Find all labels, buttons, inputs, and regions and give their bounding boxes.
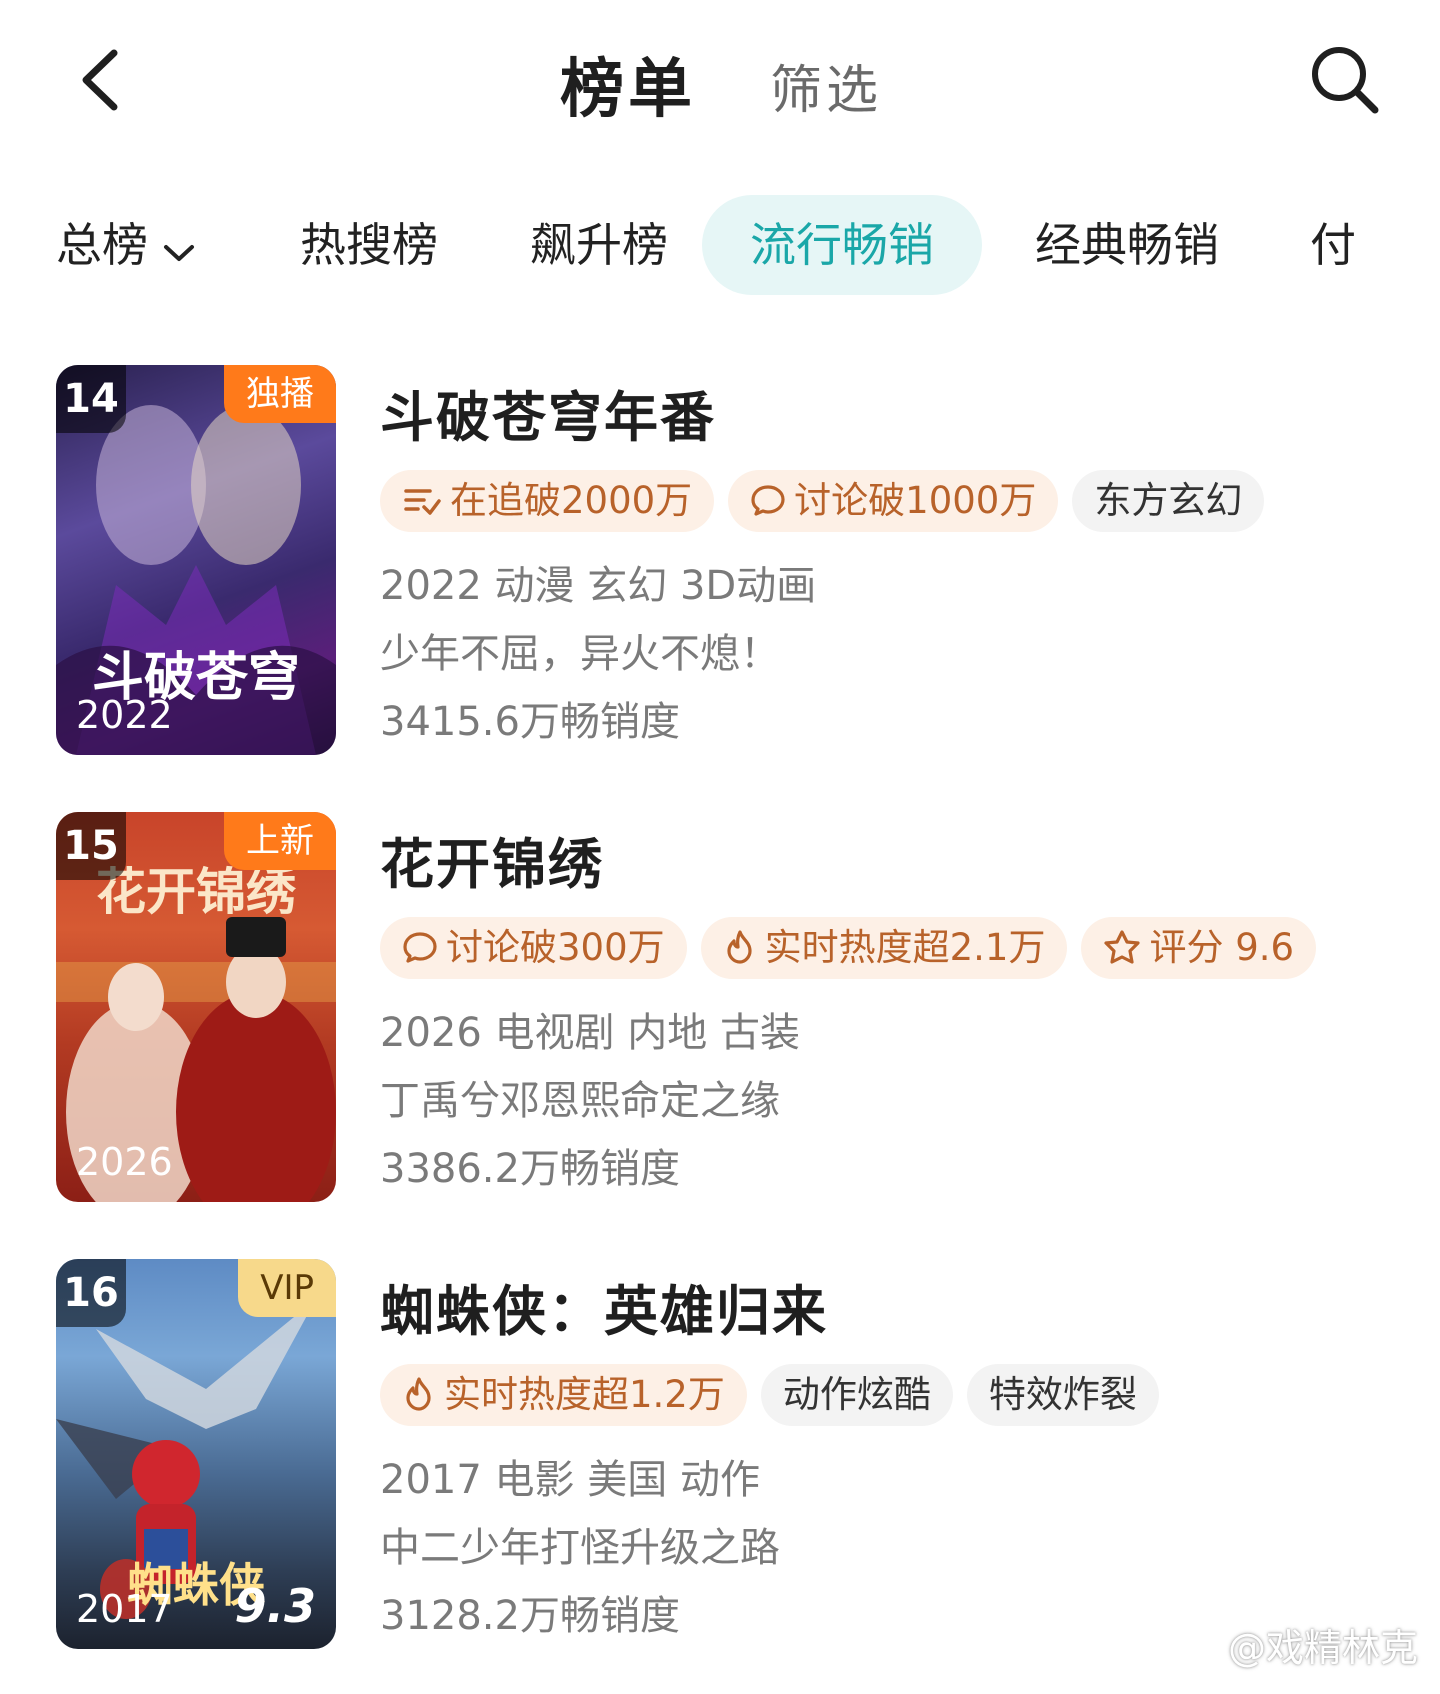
comment-icon xyxy=(751,484,785,516)
tab-overall[interactable]: 总榜 xyxy=(56,195,196,295)
rank-number: 16 xyxy=(56,1259,126,1327)
search-button[interactable] xyxy=(1305,40,1385,120)
item-sales: 3128.2万畅销度 xyxy=(380,1593,680,1639)
watermark: @戏精林克 xyxy=(1227,1626,1418,1670)
status-badge: 独播 xyxy=(224,365,336,423)
chevron-left-icon xyxy=(82,49,118,111)
poster-year: 2026 xyxy=(76,1140,173,1184)
item-description: 丁禹兮邓恩熙命定之缘 xyxy=(380,1078,780,1124)
tab-hot-search[interactable]: 热搜榜 xyxy=(300,195,438,295)
tag: 在追破2000万 xyxy=(380,470,715,532)
back-button[interactable] xyxy=(70,45,130,115)
tag: 评分 9.6 xyxy=(1081,917,1317,979)
tag: 讨论破1000万 xyxy=(728,470,1059,532)
tab-label: 总榜 xyxy=(56,218,148,272)
item-meta: 2017 电影 美国 动作 xyxy=(380,1457,760,1503)
tag: 讨论破300万 xyxy=(380,917,687,979)
tag: 东方玄幻 xyxy=(1072,470,1265,532)
poster[interactable]: 蜘蛛侠 16 VIP 2017 9.3 xyxy=(56,1259,336,1649)
poster[interactable]: 花开锦绣 15 上新 2026 xyxy=(56,812,336,1202)
follow-list-icon xyxy=(404,488,441,515)
tag: 动作炫酷 xyxy=(760,1364,953,1426)
status-badge: 上新 xyxy=(224,812,336,870)
tab-classic-bestseller[interactable]: 经典畅销 xyxy=(1035,195,1219,295)
poster-year: 2017 xyxy=(76,1587,173,1631)
item-description: 少年不屈，异火不熄！ xyxy=(380,631,780,677)
page-title: 榜单 xyxy=(560,53,696,127)
tab-rising[interactable]: 飙升榜 xyxy=(530,195,668,295)
flame-icon xyxy=(406,1376,431,1411)
rank-number: 14 xyxy=(56,365,126,433)
filter-button[interactable]: 筛选 xyxy=(770,48,882,123)
item-meta: 2026 电视剧 内地 古装 xyxy=(380,1010,800,1056)
list-item[interactable]: 蜘蛛侠 16 VIP 2017 9.3 蜘蛛侠：英雄归来 实时热度超1.2万 动作… xyxy=(0,1259,1440,1659)
item-title[interactable]: 斗破苍穹年番 xyxy=(380,373,716,452)
tag: 实时热度超1.2万 xyxy=(380,1364,747,1426)
item-title[interactable]: 蜘蛛侠：英雄归来 xyxy=(380,1267,828,1346)
poster-score: 9.3 xyxy=(234,1579,317,1633)
item-sales: 3415.6万畅销度 xyxy=(380,699,680,745)
list-item[interactable]: 斗破苍穹 14 独播 2022 斗破苍穹年番 在追破2000万 讨论破1000万东… xyxy=(0,365,1440,765)
item-title[interactable]: 花开锦绣 xyxy=(380,820,604,899)
star-icon xyxy=(1104,929,1141,964)
tag-row: 讨论破300万 实时热度超2.1万 评分 9.6 xyxy=(380,917,1330,981)
vip-badge: VIP xyxy=(238,1259,336,1317)
rank-number: 15 xyxy=(56,812,126,880)
tag: 实时热度超2.1万 xyxy=(700,917,1068,979)
tab-paid[interactable]: 付 xyxy=(1310,195,1356,295)
tab-popular-bestseller[interactable]: 流行畅销 xyxy=(702,195,982,295)
tag-row: 实时热度超1.2万 动作炫酷 特效炸裂 xyxy=(380,1364,1173,1428)
tag-row: 在追破2000万 讨论破1000万 东方玄幻 xyxy=(380,470,1278,534)
search-icon xyxy=(1312,47,1379,114)
tag: 特效炸裂 xyxy=(966,1364,1159,1426)
chevron-down-icon xyxy=(162,199,196,299)
flame-icon xyxy=(727,929,752,964)
poster-year: 2022 xyxy=(76,693,173,737)
item-description: 中二少年打怪升级之路 xyxy=(380,1525,780,1571)
category-tabs: 总榜 热搜榜 飙升榜 流行畅销 经典畅销 付 xyxy=(0,195,1440,305)
item-sales: 3386.2万畅销度 xyxy=(380,1146,680,1192)
poster[interactable]: 斗破苍穹 14 独播 2022 xyxy=(56,365,336,755)
item-meta: 2022 动漫 玄幻 3D动画 xyxy=(380,563,817,609)
list-item[interactable]: 花开锦绣 15 上新 2026 花开锦绣 讨论破300万 实时热度超2.1万 评分 … xyxy=(0,812,1440,1212)
comment-icon xyxy=(403,931,437,963)
top-bar: 榜单 筛选 xyxy=(0,0,1440,170)
